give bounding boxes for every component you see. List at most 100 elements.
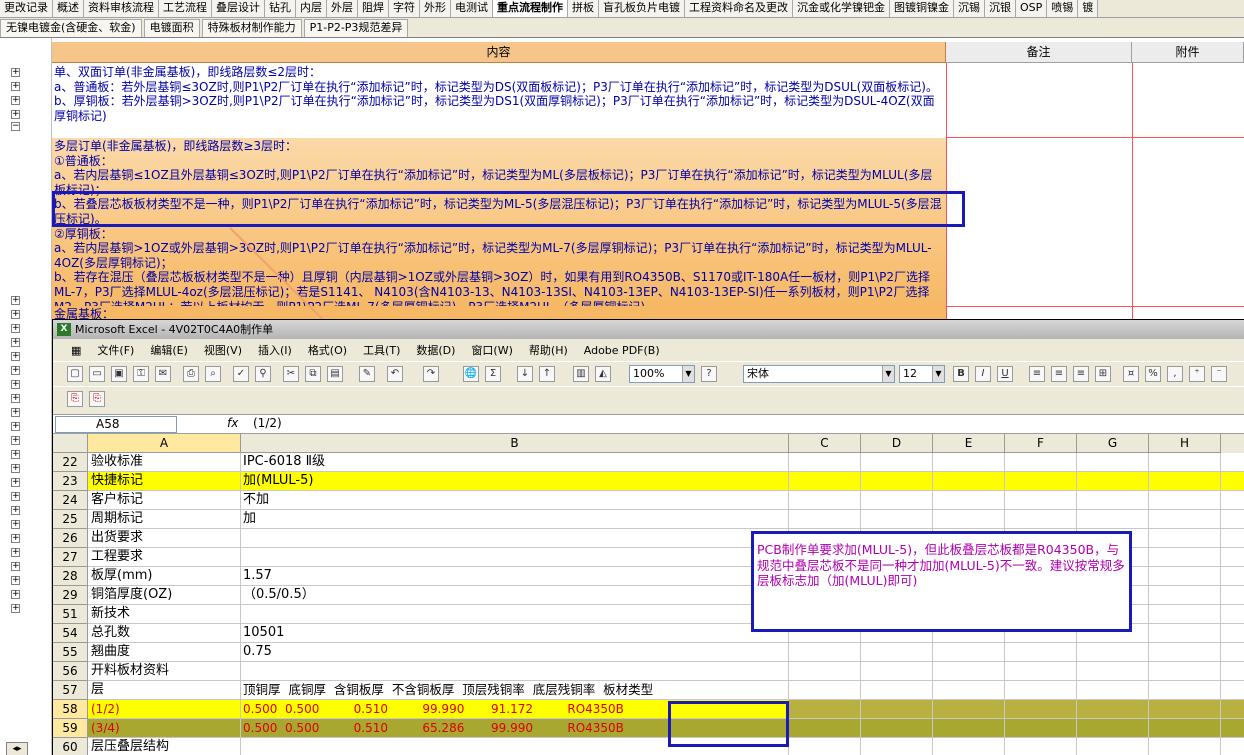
cell-b[interactable]: 顶铜厚 底铜厚 含铜板厚 不含铜板厚 顶层残铜率 底层残铜率 板材类型 <box>241 681 789 699</box>
cell-empty[interactable] <box>933 662 1005 680</box>
font-select[interactable]: 宋体 ▼ <box>743 365 895 383</box>
column-header[interactable]: A <box>88 434 241 453</box>
cell-empty[interactable] <box>1077 643 1149 661</box>
cell-empty[interactable] <box>1077 662 1149 680</box>
cell-empty[interactable] <box>789 681 861 699</box>
format-painter-icon[interactable]: ✎ <box>359 366 375 382</box>
row-header[interactable]: 23 <box>53 472 88 491</box>
redo-icon[interactable]: ↷ <box>423 366 439 382</box>
underline-icon[interactable]: U <box>997 366 1013 382</box>
cell-empty[interactable] <box>1077 472 1149 490</box>
fx-icon[interactable]: fx <box>227 416 238 430</box>
italic-icon[interactable]: I <box>975 366 991 382</box>
row-header[interactable]: 60 <box>53 738 88 755</box>
cell-a[interactable]: 客户标记 <box>88 491 241 509</box>
row-header[interactable]: 25 <box>53 510 88 529</box>
cell-a[interactable]: 层压叠层结构 <box>88 738 241 755</box>
pdf-email-icon[interactable]: ⎘ <box>89 391 105 407</box>
column-header[interactable]: D <box>861 434 933 453</box>
cell-empty[interactable] <box>789 453 861 471</box>
sort-desc-icon[interactable]: ↑ <box>539 366 555 382</box>
row-header[interactable]: 55 <box>53 643 88 662</box>
excel-menu-item[interactable]: Adobe PDF(B) <box>576 344 668 357</box>
cell-empty[interactable] <box>1077 719 1149 737</box>
cell-empty[interactable] <box>1077 738 1149 755</box>
cell-empty[interactable] <box>1149 548 1221 566</box>
cell-empty[interactable] <box>933 491 1005 509</box>
cell-empty[interactable] <box>1005 719 1077 737</box>
sort-asc-icon[interactable]: ↓ <box>517 366 533 382</box>
cell-empty[interactable] <box>1149 719 1221 737</box>
bold-icon[interactable]: B <box>953 366 969 382</box>
cell-b[interactable]: 10501 <box>241 624 789 642</box>
cell-empty[interactable] <box>1149 643 1221 661</box>
cell-empty[interactable] <box>1005 700 1077 718</box>
cell-empty[interactable] <box>1077 681 1149 699</box>
row-header[interactable]: 58 <box>53 700 88 719</box>
cell-a[interactable]: (1/2) <box>88 700 241 718</box>
row-header[interactable]: 26 <box>53 529 88 548</box>
excel-menu-item[interactable]: 帮助(H) <box>521 342 576 358</box>
email-icon[interactable]: ✉ <box>155 366 171 382</box>
cell-empty[interactable] <box>1077 700 1149 718</box>
cell-a[interactable]: 板厚(mm) <box>88 567 241 585</box>
chart-wizard-icon[interactable]: ▥ <box>573 366 589 382</box>
cell-b[interactable]: IPC-6018 Ⅱ级 <box>241 453 789 471</box>
cell-empty[interactable] <box>1149 681 1221 699</box>
cell-empty[interactable] <box>1005 662 1077 680</box>
cell-b[interactable]: 加(MLUL-5) <box>241 472 789 490</box>
column-header[interactable]: E <box>933 434 1005 453</box>
cell-empty[interactable] <box>1149 662 1221 680</box>
cell-empty[interactable] <box>861 681 933 699</box>
save-icon[interactable]: ▣ <box>111 366 127 382</box>
drawing-icon[interactable]: ◭ <box>595 366 611 382</box>
cell-empty[interactable] <box>933 510 1005 528</box>
cell-a[interactable]: 工程要求 <box>88 548 241 566</box>
row-header[interactable]: 57 <box>53 681 88 700</box>
excel-menu-item[interactable]: 编辑(E) <box>142 342 196 358</box>
column-header[interactable]: G <box>1077 434 1149 453</box>
cell-empty[interactable] <box>1005 472 1077 490</box>
column-header[interactable]: F <box>1005 434 1077 453</box>
cell-empty[interactable] <box>1077 491 1149 509</box>
excel-menu-item[interactable]: 格式(O) <box>300 342 355 358</box>
cell-empty[interactable] <box>789 719 861 737</box>
cell-empty[interactable] <box>1149 624 1221 642</box>
cell-empty[interactable] <box>861 491 933 509</box>
excel-title-bar[interactable]: X Microsoft Excel - 4V02T0C4A0制作单 <box>53 320 1244 339</box>
percent-icon[interactable]: % <box>1145 366 1161 382</box>
cell-empty[interactable] <box>1005 738 1077 755</box>
cell-a[interactable]: 总孔数 <box>88 624 241 642</box>
permission-icon[interactable]: ⚿ <box>133 366 149 382</box>
cell-a[interactable]: 快捷标记 <box>88 472 241 490</box>
cell-empty[interactable] <box>933 719 1005 737</box>
column-header[interactable]: H <box>1149 434 1221 453</box>
cell-a[interactable]: 层 <box>88 681 241 699</box>
spelling-icon[interactable]: ✓ <box>233 366 249 382</box>
cell-a[interactable]: 开料板材资料 <box>88 662 241 680</box>
excel-menu-item[interactable]: 文件(F) <box>89 342 142 358</box>
cell-empty[interactable] <box>861 662 933 680</box>
row-header[interactable]: 27 <box>53 548 88 567</box>
cell-empty[interactable] <box>789 738 861 755</box>
cut-icon[interactable]: ✂ <box>283 366 299 382</box>
row-header[interactable]: 22 <box>53 453 88 472</box>
cell-empty[interactable] <box>861 738 933 755</box>
excel-menu-item[interactable]: 视图(V) <box>196 342 250 358</box>
pdf-convert-icon[interactable]: ⎘ <box>67 391 83 407</box>
cell-empty[interactable] <box>933 453 1005 471</box>
cell-empty[interactable] <box>1149 567 1221 585</box>
merge-center-icon[interactable]: ⊞ <box>1095 366 1111 382</box>
align-left-icon[interactable]: ≡ <box>1029 366 1045 382</box>
cell-empty[interactable] <box>1077 453 1149 471</box>
row-header[interactable]: 54 <box>53 624 88 643</box>
align-center-icon[interactable]: ≡ <box>1051 366 1067 382</box>
cell-b[interactable]: 加 <box>241 510 789 528</box>
row-header[interactable]: 59 <box>53 719 88 738</box>
print-icon[interactable]: ⎙ <box>183 366 199 382</box>
cell-empty[interactable] <box>789 510 861 528</box>
cell-b[interactable] <box>241 605 789 623</box>
cell-empty[interactable] <box>861 453 933 471</box>
cell-a[interactable]: 铜箔厚度(OZ) <box>88 586 241 604</box>
cell-empty[interactable] <box>861 700 933 718</box>
